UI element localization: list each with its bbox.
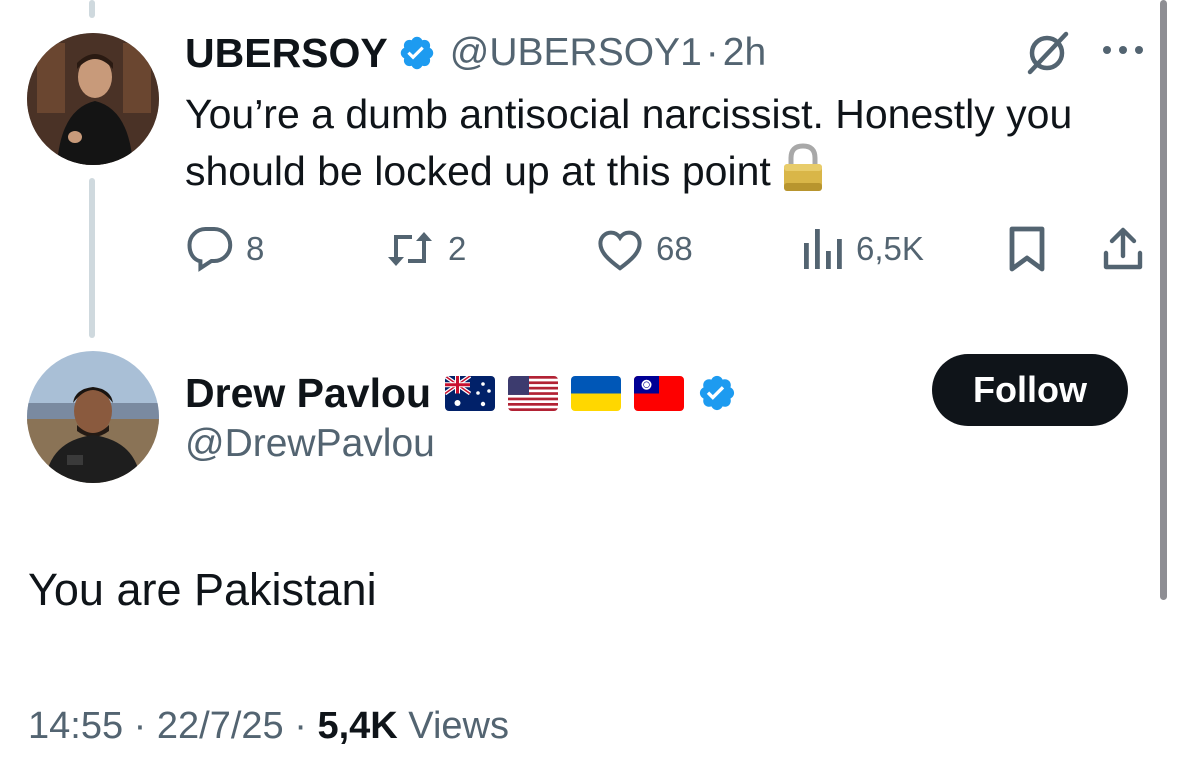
tweet-meta: 14:55 · 22/7/25 · 5,4K Views — [28, 705, 509, 748]
lock-icon — [781, 143, 825, 193]
reply-author-avatar[interactable] — [27, 33, 159, 165]
main-author-row: Drew Pavlou — [185, 366, 737, 420]
retweet-count: 2 — [448, 230, 467, 267]
reply-action[interactable]: 8 — [186, 222, 264, 276]
reply-header: UBERSOY @UBERSOY1 · 2h — [185, 28, 766, 78]
bookmark-icon — [1009, 226, 1045, 272]
scrollbar[interactable] — [1160, 0, 1167, 600]
bookmark-action[interactable] — [1006, 222, 1048, 276]
verified-badge-icon — [697, 373, 737, 413]
views-count: 6,5K — [856, 230, 924, 267]
reply-timestamp[interactable]: 2h — [723, 31, 766, 75]
usa-flag-icon — [508, 375, 559, 411]
share-icon — [1103, 227, 1143, 270]
reply-handle[interactable]: @UBERSOY1 — [450, 31, 702, 75]
tweet-time[interactable]: 14:55 — [28, 705, 123, 747]
main-author-avatar[interactable] — [27, 351, 159, 483]
views-action[interactable]: 6,5K — [800, 222, 924, 276]
like-action[interactable]: 68 — [596, 222, 693, 276]
tweet-views-label: Views — [408, 705, 509, 747]
taiwan-flag-icon — [634, 375, 685, 411]
thread-line-top — [89, 0, 95, 18]
thread-connector-line — [89, 178, 95, 338]
reply-count: 8 — [246, 230, 265, 267]
tweet-date[interactable]: 22/7/25 — [157, 705, 284, 747]
reply-display-name[interactable]: UBERSOY — [185, 30, 388, 77]
ukraine-flag-icon — [571, 375, 622, 411]
heart-icon — [598, 230, 642, 271]
more-options-icon[interactable] — [1101, 38, 1145, 62]
header-separator: · — [705, 31, 719, 74]
share-action[interactable] — [1100, 222, 1146, 276]
analytics-icon — [804, 229, 842, 269]
main-tweet-text: You are Pakistani — [28, 564, 377, 615]
reply-text-body: You’re a dumb antisocial narcissist. Hon… — [185, 86, 1115, 200]
like-count: 68 — [656, 230, 693, 267]
retweet-action[interactable]: 2 — [384, 222, 466, 276]
retweet-icon — [388, 232, 432, 266]
main-display-name[interactable]: Drew Pavlou — [185, 370, 431, 417]
tweet-views-count: 5,4K — [317, 705, 398, 747]
main-handle[interactable]: @DrewPavlou — [185, 422, 435, 466]
follow-button[interactable]: Follow — [932, 354, 1128, 426]
meta-separator: · — [294, 705, 307, 747]
reply-icon — [187, 227, 233, 272]
verified-badge-icon — [398, 34, 436, 72]
meta-separator: · — [133, 705, 147, 747]
australia-flag-icon — [445, 375, 496, 411]
grok-icon[interactable] — [1022, 28, 1072, 78]
reply-text: You’re a dumb antisocial narcissist. Hon… — [185, 91, 1073, 194]
